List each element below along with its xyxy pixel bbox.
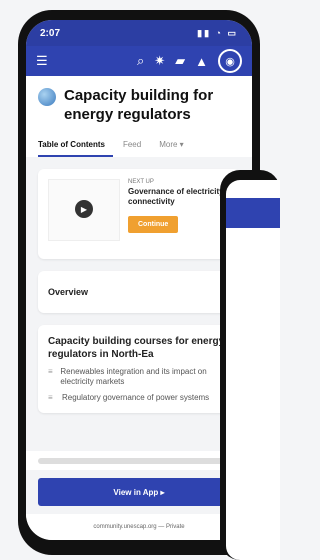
people-icon[interactable]: ✷ xyxy=(154,53,165,69)
bell-icon[interactable]: ▲ xyxy=(195,54,208,69)
tab-more[interactable]: More ▾ xyxy=(159,134,191,157)
url-bar[interactable]: community.unescap.org — Private xyxy=(26,514,252,540)
lesson-thumbnail[interactable]: ▶ xyxy=(48,179,120,241)
url-text: community.unescap.org — Private xyxy=(93,524,185,530)
course-card: Capacity building courses for energy reg… xyxy=(38,325,240,413)
account-icon[interactable]: ◉ xyxy=(218,49,242,73)
course-title[interactable]: Capacity building courses for energy reg… xyxy=(48,335,230,361)
menu-icon[interactable]: ☰ xyxy=(36,53,48,69)
content: ▶ NEXT UP Governance of electricity conn… xyxy=(26,157,252,437)
tab-feed[interactable]: Feed xyxy=(123,134,149,157)
secondary-device xyxy=(220,170,280,560)
phone-screen: 2:07 ▮▮ ◔ ▭ ☰ ⌕ ✷ ▰ ▲ ◉ Capacity buildin… xyxy=(26,20,252,540)
status-bar: 2:07 ▮▮ ◔ ▭ xyxy=(26,20,252,46)
chat-icon[interactable]: ▰ xyxy=(175,53,185,69)
lesson-label: Regulatory governance of power systems xyxy=(62,393,210,402)
lesson-label: Renewables integration and its impact on… xyxy=(60,367,207,386)
play-icon[interactable]: ▶ xyxy=(75,200,93,218)
search-icon[interactable]: ⌕ xyxy=(137,53,144,69)
next-up-card: ▶ NEXT UP Governance of electricity conn… xyxy=(38,169,240,259)
tab-bar: Table of Contents Feed More ▾ xyxy=(38,134,240,157)
lesson-item[interactable]: ≡ Regulatory governance of power systems xyxy=(48,393,230,403)
progress-bar xyxy=(38,457,224,464)
document-icon: ≡ xyxy=(48,393,53,402)
overview-card[interactable]: Overview xyxy=(38,271,240,313)
course-header: Capacity building for energy regulators … xyxy=(26,76,252,157)
secondary-screen xyxy=(226,180,280,560)
progress-row: 0% xyxy=(26,451,252,470)
view-in-app-button[interactable]: View in App ▸ xyxy=(38,478,240,506)
status-icons: ▮▮ ◔ ▭ xyxy=(197,27,238,38)
page-title: Capacity building for energy regulators xyxy=(64,87,214,123)
next-up-title: Governance of electricity connectivity xyxy=(128,187,224,206)
next-up-label: NEXT UP xyxy=(128,179,154,185)
status-time: 2:07 xyxy=(40,27,61,39)
continue-button[interactable]: Continue xyxy=(128,216,179,233)
document-icon: ≡ xyxy=(48,367,53,376)
app-bar: ☰ ⌕ ✷ ▰ ▲ ◉ xyxy=(26,46,252,76)
lesson-item[interactable]: ≡ Renewables integration and its impact … xyxy=(48,367,230,387)
overview-label: Overview xyxy=(48,287,89,297)
tab-table-of-contents[interactable]: Table of Contents xyxy=(38,134,113,157)
secondary-app-bar xyxy=(226,198,280,228)
globe-icon xyxy=(38,88,56,106)
